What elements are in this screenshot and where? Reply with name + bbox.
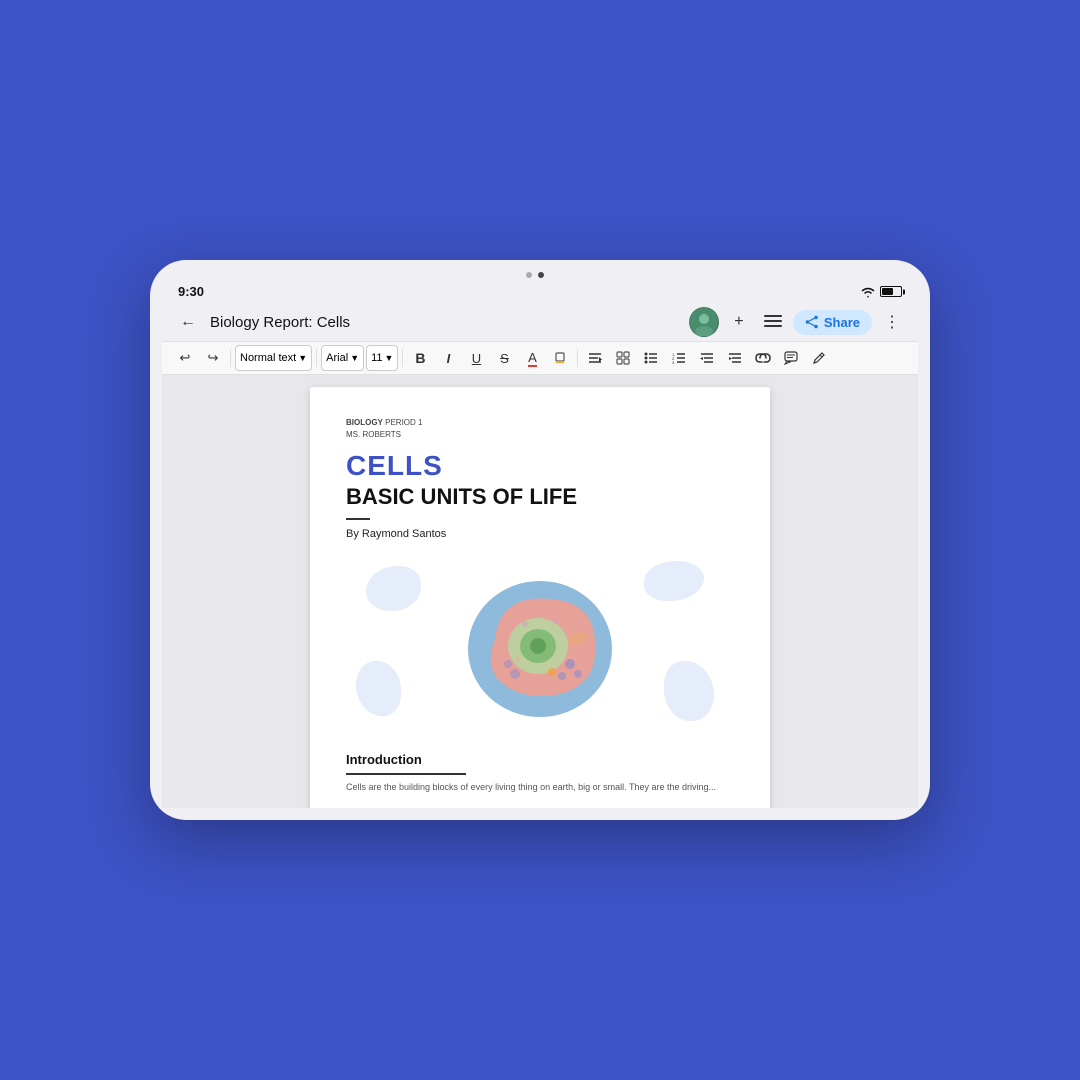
svg-text:3.: 3. <box>672 360 675 364</box>
divider-3 <box>402 349 403 367</box>
intro-heading: Introduction <box>346 752 734 767</box>
dot-left <box>526 272 532 278</box>
format-button[interactable] <box>610 345 636 371</box>
style-chevron: ▼ <box>298 353 307 363</box>
bold-button[interactable]: B <box>407 345 433 371</box>
tablet-device: 9:30 ← Biology Report: Cells <box>150 260 930 820</box>
document-page: BIOLOGY PERIOD 1 MS. ROBERTS CELLS BASIC… <box>310 387 770 808</box>
size-chevron: ▼ <box>385 353 394 363</box>
style-label: Normal text <box>240 352 296 364</box>
intro-text: Cells are the building blocks of every l… <box>346 781 734 795</box>
formatting-toolbar: ↩ ↪ Normal text ▼ Arial ▼ 11 ▼ B I U S A <box>162 341 918 375</box>
status-time: 9:30 <box>178 284 204 299</box>
document-meta: BIOLOGY PERIOD 1 MS. ROBERTS <box>346 417 734 441</box>
underline-button[interactable]: U <box>463 345 489 371</box>
add-button[interactable]: + <box>725 308 753 336</box>
document-subtitle: BASIC UNITS OF LIFE <box>346 484 734 510</box>
font-select[interactable]: Arial ▼ <box>321 345 364 371</box>
status-bar: 9:30 <box>162 280 918 303</box>
document-area[interactable]: BIOLOGY PERIOD 1 MS. ROBERTS CELLS BASIC… <box>162 375 918 808</box>
text-color-button[interactable]: A <box>519 345 545 371</box>
redo-button[interactable]: ↪ <box>200 345 226 371</box>
more-button[interactable]: ⋮ <box>878 308 906 336</box>
font-label: Arial <box>326 352 348 364</box>
strikethrough-button[interactable]: S <box>491 345 517 371</box>
align-button[interactable] <box>582 345 608 371</box>
camera-dot <box>538 272 544 278</box>
highlight-button[interactable] <box>547 345 573 371</box>
app-bar: ← Biology Report: Cells + <box>162 303 918 341</box>
share-label: Share <box>824 315 860 330</box>
size-label: 11 <box>371 352 382 364</box>
pen-button[interactable] <box>806 345 832 371</box>
link-button[interactable] <box>750 345 776 371</box>
avatar[interactable] <box>689 307 719 337</box>
cell-diagram <box>440 564 640 729</box>
status-icons <box>860 286 902 298</box>
font-chevron: ▼ <box>350 353 359 363</box>
app-bar-actions: + Share ⋮ <box>689 307 906 337</box>
share-button[interactable]: Share <box>793 310 872 335</box>
title-divider <box>346 518 370 520</box>
intro-divider <box>346 773 466 775</box>
divider-1 <box>230 349 231 367</box>
bullet-list-button[interactable] <box>638 345 664 371</box>
battery-icon <box>880 286 902 297</box>
style-select[interactable]: Normal text ▼ <box>235 345 312 371</box>
italic-button[interactable]: I <box>435 345 461 371</box>
meta-line2: MS. ROBERTS <box>346 430 401 439</box>
meta-bold: BIOLOGY <box>346 418 383 427</box>
share-icon <box>805 315 819 329</box>
cell-illustration <box>346 556 734 736</box>
comment-button[interactable] <box>778 345 804 371</box>
divider-4 <box>577 349 578 367</box>
document-author: By Raymond Santos <box>346 528 734 540</box>
blob-2 <box>356 661 401 716</box>
back-button[interactable]: ← <box>174 308 202 336</box>
numbered-list-button[interactable]: 1. 2. 3. <box>666 345 692 371</box>
blob-1 <box>366 566 421 611</box>
battery-fill <box>882 288 893 295</box>
indent-dec-button[interactable] <box>694 345 720 371</box>
account-button[interactable] <box>759 308 787 336</box>
camera-area <box>526 272 544 278</box>
blob-4 <box>664 661 714 721</box>
indent-inc-button[interactable] <box>722 345 748 371</box>
blob-3 <box>644 561 704 601</box>
meta-rest: PERIOD 1 <box>383 418 423 427</box>
document-title-cells: CELLS <box>346 451 734 482</box>
undo-button[interactable]: ↩ <box>172 345 198 371</box>
divider-2 <box>316 349 317 367</box>
wifi-icon <box>860 286 876 298</box>
document-title: Biology Report: Cells <box>210 314 681 331</box>
size-select[interactable]: 11 ▼ <box>366 345 398 371</box>
